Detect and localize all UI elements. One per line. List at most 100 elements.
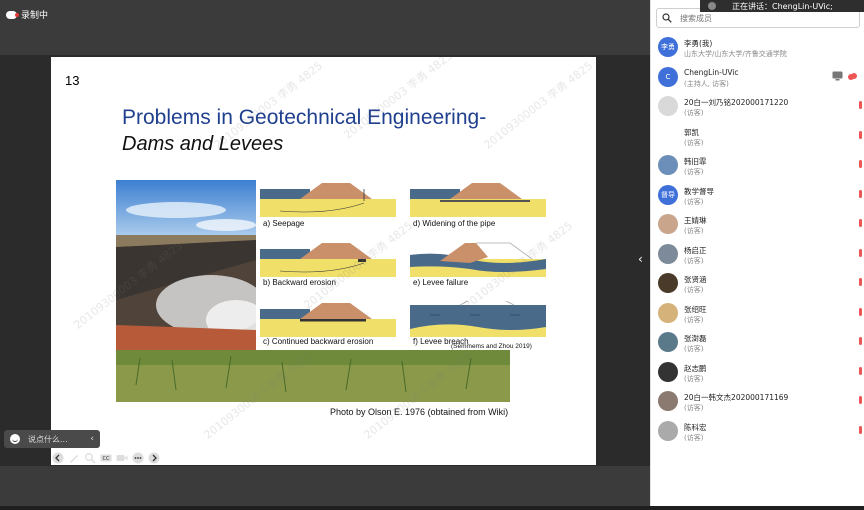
avatar: 督导 [658, 184, 678, 205]
diagram-label-backward-erosion: b) Backward erosion [263, 278, 336, 287]
avatar [658, 302, 678, 323]
member-row[interactable]: 郭凯 (访客) [650, 122, 864, 152]
member-name: 郭凯 [684, 127, 699, 137]
slide-title-line2: Dams and Levees [122, 133, 284, 155]
avatar [658, 125, 678, 146]
host-controls [832, 71, 858, 81]
more-icon[interactable] [131, 451, 144, 464]
diagram-levee-breach [410, 301, 546, 337]
chat-placeholder: 说点什么... [28, 434, 68, 444]
mic-muted-icon[interactable] [859, 101, 862, 109]
member-row[interactable]: 张澍磊 (访客) [650, 328, 864, 358]
collapse-panel-chevron-icon[interactable]: ‹ [638, 252, 643, 266]
cloud-icon[interactable] [847, 71, 858, 81]
recording-label: 录制中 [21, 11, 49, 21]
mic-muted-icon[interactable] [859, 337, 862, 345]
top-bar: 录制中 [0, 0, 650, 55]
member-row[interactable]: 20白一韩文杰202000171169 (访客) [650, 387, 864, 417]
member-role: (访客) [684, 374, 704, 383]
presentation-slide: 13 Problems in Geotechnical Engineering-… [51, 57, 596, 465]
member-name: 张澍磊 [684, 334, 707, 343]
next-arrow-icon[interactable] [147, 451, 160, 464]
chat-input[interactable]: 说点什么... ‹ [4, 430, 100, 448]
mic-muted-icon[interactable] [859, 189, 862, 198]
member-search-input[interactable] [678, 12, 842, 24]
diagram-label-widening-pipe: d) Widening of the pipe [413, 219, 496, 228]
recording-icon [6, 10, 19, 19]
avatar [658, 273, 678, 293]
mic-muted-icon[interactable] [859, 396, 862, 404]
avatar [658, 332, 678, 352]
avatar [658, 361, 678, 382]
member-row[interactable]: 赵志鹏 (访客) [650, 358, 864, 388]
member-row[interactable]: 陈科宏 (访客) [650, 417, 864, 447]
member-name: 张贤涵 [684, 275, 707, 284]
avatar [658, 214, 678, 234]
member-name: 20白一韩文杰202000171169 [684, 393, 789, 402]
member-role: (访客) [684, 256, 704, 265]
member-name: 李勇(我) [684, 39, 713, 48]
emoji-icon[interactable] [10, 434, 20, 444]
avatar [658, 420, 678, 441]
member-name: 王婧琳 [684, 216, 707, 225]
member-row[interactable]: 王婧琳 (访客) [650, 210, 864, 240]
member-row[interactable]: 张贤涵 (访客) [650, 269, 864, 299]
member-name: 20白一刘乃铭202000171220 [684, 98, 789, 107]
speaking-indicator: 正在讲话：ChengLin-UVic; [700, 0, 864, 12]
member-role: (访客) [684, 197, 704, 206]
taskbar-strip [0, 506, 864, 510]
chevron-left-icon[interactable]: ‹ [90, 434, 94, 444]
mic-muted-icon[interactable] [859, 366, 862, 375]
diagram-label-levee-failure: e) Levee failure [413, 278, 469, 287]
diagram-levee-failure [410, 242, 546, 277]
member-row[interactable]: 督导 教学督导 (访客) [650, 181, 864, 211]
mic-muted-icon[interactable] [859, 219, 862, 227]
member-role: (访客) [684, 345, 704, 353]
member-name: 陈科宏 [684, 422, 707, 432]
member-row[interactable]: 韩旧霏 (访客) [650, 151, 864, 181]
diagram-label-continued-erosion: c) Continued backward erosion [263, 337, 374, 346]
speaker-avatar-icon [708, 2, 716, 10]
avatar [658, 391, 678, 411]
slide-toolbar: CC [51, 451, 160, 464]
member-role: (访客) [684, 168, 704, 176]
member-role: (访客) [684, 433, 704, 442]
mic-muted-icon[interactable] [859, 160, 862, 168]
photo-caption: Photo by Olson E. 1976 (obtained from Wi… [330, 407, 509, 417]
member-role: (访客) [684, 227, 704, 235]
meeting-stage: 录制中 13 Problems in Geotechnical Engineer… [0, 0, 650, 510]
speaking-label: 正在讲话：ChengLin-UVic; [732, 1, 833, 11]
screen-share-icon[interactable] [832, 71, 843, 81]
zoom-icon[interactable] [83, 451, 96, 464]
recording-indicator[interactable]: 录制中 [6, 8, 48, 21]
mic-muted-icon[interactable] [859, 130, 862, 139]
mic-muted-icon[interactable] [859, 248, 862, 257]
member-row[interactable]: C ChengLin-UVic (主持人, 访客) [650, 63, 864, 93]
member-role: (访客) [684, 138, 704, 147]
watermark: 20109300003 李勇 4825 [481, 59, 596, 152]
diagram-continued-backward-erosion [260, 303, 396, 337]
member-row[interactable]: 杨启正 (访客) [650, 240, 864, 270]
member-name: 韩旧霏 [684, 157, 707, 166]
member-row[interactable]: 张绍旺 (访客) [650, 299, 864, 329]
diagram-label-seepage: a) Seepage [263, 219, 305, 228]
member-row[interactable]: 20白一刘乃铭202000171220 (访客) [650, 92, 864, 122]
avatar [658, 155, 678, 175]
mic-muted-icon[interactable] [859, 278, 862, 286]
member-name: 教学督导 [684, 186, 714, 196]
slide-number: 13 [65, 73, 80, 88]
avatar [658, 96, 678, 116]
mic-muted-icon[interactable] [859, 425, 862, 434]
member-list: 李勇 李勇(我) 山东大学/山东大学/齐鲁交通学院 C ChengLin-UVic (主持… [650, 33, 864, 446]
member-role: 山东大学/山东大学/齐鲁交通学院 [684, 50, 787, 58]
pen-icon[interactable] [67, 451, 80, 464]
mic-muted-icon[interactable] [859, 307, 862, 316]
member-role: (访客) [684, 109, 704, 117]
prev-arrow-icon[interactable] [51, 451, 64, 464]
member-role: (访客) [684, 315, 704, 324]
diagram-seepage [260, 183, 396, 217]
camera-icon[interactable] [115, 451, 128, 464]
member-row[interactable]: 李勇 李勇(我) 山东大学/山东大学/齐鲁交通学院 [650, 33, 864, 63]
caption-icon[interactable]: CC [99, 451, 112, 464]
slide-title-line1: Problems in Geotechnical Engineering- [122, 106, 487, 129]
